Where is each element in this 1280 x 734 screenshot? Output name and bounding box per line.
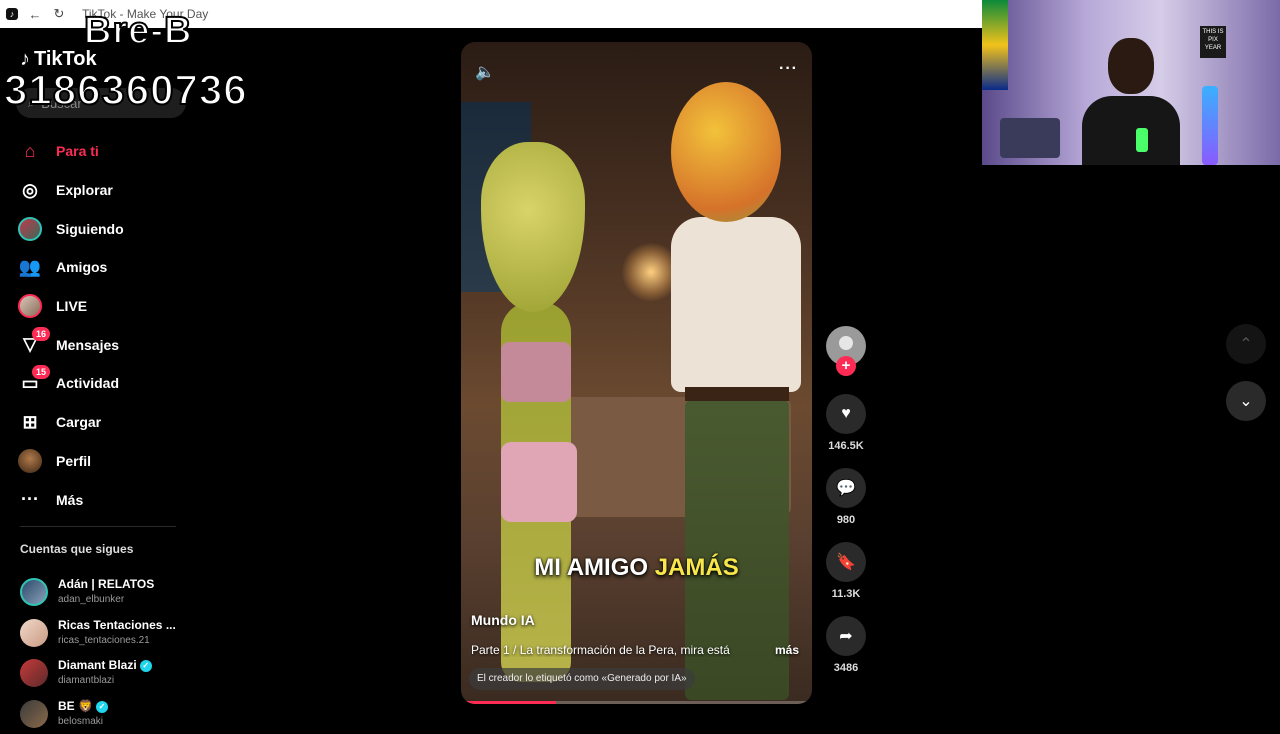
nav-item-live[interactable]: LIVE — [18, 287, 188, 326]
save-button[interactable]: 🔖 — [826, 542, 866, 582]
activity-badge: 15 — [32, 365, 50, 379]
pear-character-image — [479, 142, 589, 672]
account-handle: ricas_tentaciones.21 — [58, 633, 176, 648]
comment-icon: 💬 — [836, 478, 856, 498]
previous-video-button[interactable]: ⌃ — [1226, 324, 1266, 364]
following-avatar — [18, 217, 42, 241]
messages-badge: 16 — [32, 327, 50, 341]
activity-icon: ▭15 — [18, 371, 42, 395]
account-handle: adan_elbunker — [58, 592, 154, 607]
chevron-down-icon: ⌄ — [1239, 391, 1252, 411]
account-handle: belosmaki — [58, 714, 108, 729]
more-dots-icon: ··· — [18, 488, 42, 512]
heart-icon: ♥ — [841, 405, 851, 423]
following-account[interactable]: BE 🦁✓ belosmaki — [20, 694, 190, 734]
comment-count: 980 — [837, 514, 855, 530]
nav-label: Cargar — [56, 414, 101, 430]
caption-text: MI AMIGO — [534, 554, 648, 581]
account-avatar — [20, 659, 48, 687]
bookmark-icon: 🔖 — [836, 552, 856, 572]
nav-item-mas[interactable]: ··· Más — [18, 480, 188, 519]
following-list: Adán | RELATOS adan_elbunker Ricas Tenta… — [20, 572, 190, 734]
video-progress-fill — [461, 701, 556, 704]
nav-label: Más — [56, 492, 83, 508]
video-description: Parte 1 / La transformación de la Pera, … — [471, 643, 741, 657]
account-name: Diamant Blazi — [58, 658, 137, 672]
chevron-up-icon: ⌃ — [1239, 334, 1252, 354]
account-avatar — [20, 700, 48, 728]
share-arrow-icon: ➦ — [839, 626, 852, 646]
account-avatar — [20, 619, 48, 647]
nav-item-explorar[interactable]: ◎ Explorar — [18, 171, 188, 210]
description-more-link[interactable]: más — [775, 643, 799, 657]
messages-icon: ▽16 — [18, 333, 42, 357]
creator-avatar[interactable]: + — [826, 326, 866, 366]
following-account[interactable]: Ricas Tentaciones ... ricas_tentaciones.… — [20, 613, 190, 654]
nav-item-siguiendo[interactable]: Siguiendo — [18, 209, 188, 248]
webcam-feed: THIS IS PIX YEAR — [982, 0, 1280, 165]
video-author[interactable]: Mundo IA — [471, 612, 535, 628]
ai-generated-label: El creador lo etiquetó como «Generado po… — [469, 668, 695, 690]
verified-badge-icon: ✓ — [140, 660, 152, 672]
compass-icon: ◎ — [18, 178, 42, 202]
account-name: BE 🦁 — [58, 699, 93, 713]
video-caption: MI AMIGO JAMÁS — [461, 554, 812, 582]
account-avatar — [20, 578, 48, 606]
nav-label: Actividad — [56, 375, 119, 391]
reload-icon[interactable]: ↻ — [52, 7, 66, 21]
flag-image — [982, 0, 1008, 90]
comment-button[interactable]: 💬 — [826, 468, 866, 508]
nav-label: Siguiendo — [56, 221, 124, 237]
nav-label: Mensajes — [56, 337, 119, 353]
video-player[interactable]: 🔈 ··· MI AMIGO JAMÁS Mundo IA Parte 1 / … — [461, 42, 812, 704]
caption-highlight: JAMÁS — [655, 554, 739, 581]
following-account[interactable]: Adán | RELATOS adan_elbunker — [20, 572, 190, 613]
nav-label: Explorar — [56, 182, 113, 198]
home-icon: ⌂ — [18, 139, 42, 163]
nav-item-cargar[interactable]: ⊞ Cargar — [18, 403, 188, 442]
nav-item-mensajes[interactable]: ▽16 Mensajes — [18, 325, 188, 364]
nav-item-perfil[interactable]: Perfil — [18, 442, 188, 481]
friends-icon: 👥 — [18, 255, 42, 279]
verified-badge-icon: ✓ — [96, 701, 108, 713]
desk-image — [1000, 118, 1060, 158]
account-handle: diamantblazi — [58, 673, 152, 688]
save-count: 11.3K — [832, 588, 861, 604]
nav-item-actividad[interactable]: ▭15 Actividad — [18, 364, 188, 403]
upload-icon: ⊞ — [18, 410, 42, 434]
microphone-icon — [1136, 128, 1148, 152]
nav-label: Perfil — [56, 453, 91, 469]
following-account[interactable]: Diamant Blazi✓ diamantblazi — [20, 653, 190, 694]
live-avatar — [18, 294, 42, 318]
like-count: 146.5K — [828, 440, 863, 456]
nav-label: LIVE — [56, 298, 87, 314]
video-progress-bar[interactable] — [461, 701, 812, 704]
account-name: Ricas Tentaciones ... — [58, 618, 176, 633]
streamer-image — [1072, 38, 1190, 165]
video-options-icon[interactable]: ··· — [779, 60, 798, 78]
nav-label: Amigos — [56, 259, 107, 275]
back-arrow-icon[interactable]: ← — [28, 7, 42, 21]
follow-plus-icon[interactable]: + — [836, 356, 856, 376]
tiktok-favicon-icon: ♪ — [6, 8, 18, 20]
profile-avatar — [18, 449, 42, 473]
stream-overlay-number: 3186360736 — [4, 66, 248, 114]
next-video-button[interactable]: ⌄ — [1226, 381, 1266, 421]
nav-item-para-ti[interactable]: ⌂ Para ti — [18, 132, 188, 171]
wall-poster: THIS IS PIX YEAR — [1200, 26, 1226, 58]
action-rail: + ♥ 146.5K 💬 980 🔖 11.3K ➦ 3486 — [826, 326, 866, 678]
sidebar-divider — [20, 526, 176, 527]
share-button[interactable]: ➦ — [826, 616, 866, 656]
account-name: Adán | RELATOS — [58, 577, 154, 592]
following-title: Cuentas que sigues — [20, 542, 133, 556]
stream-overlay-name: Bre-B — [84, 10, 192, 53]
share-count: 3486 — [834, 662, 858, 678]
like-button[interactable]: ♥ — [826, 394, 866, 434]
sidebar-nav: ⌂ Para ti ◎ Explorar Siguiendo 👥 Amigos … — [18, 132, 188, 519]
volume-icon[interactable]: 🔈 — [475, 62, 495, 82]
neon-light-image — [1202, 86, 1218, 165]
nav-item-amigos[interactable]: 👥 Amigos — [18, 248, 188, 287]
nav-label: Para ti — [56, 143, 99, 159]
mango-character-image — [651, 82, 811, 702]
